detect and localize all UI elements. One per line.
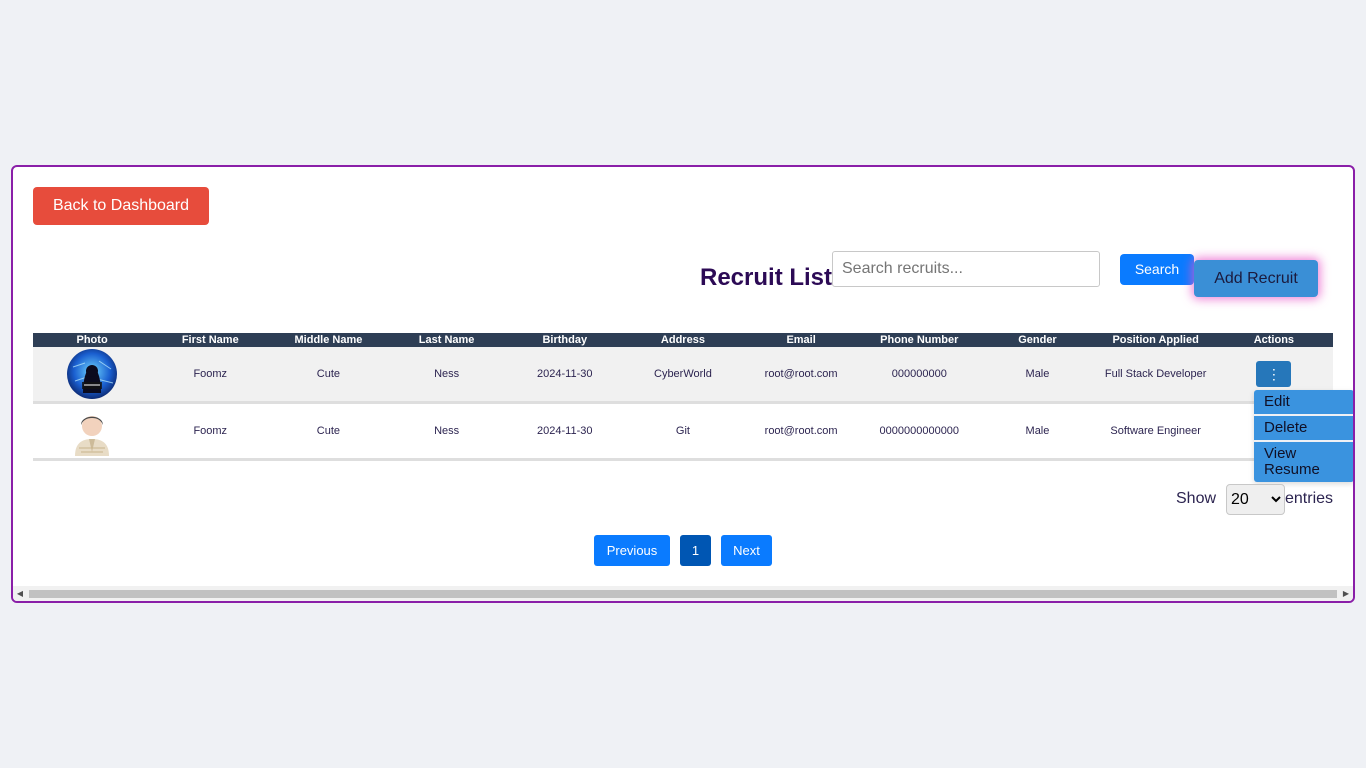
header-position-applied: Position Applied [1096, 333, 1215, 347]
email-cell: root@root.com [742, 402, 861, 461]
scroll-left-icon[interactable]: ◀ [16, 590, 24, 598]
previous-page-button[interactable]: Previous [594, 535, 670, 566]
birthday-cell: 2024-11-30 [505, 347, 624, 404]
table-row: Foomz Cute Ness 2024-11-30 CyberWorld ro… [33, 347, 1333, 404]
page-title: Recruit List [700, 264, 833, 291]
birthday-cell: 2024-11-30 [505, 402, 624, 461]
header-phone-number: Phone Number [860, 333, 979, 347]
hacker-avatar-icon [67, 349, 118, 399]
search-input[interactable] [832, 251, 1100, 287]
first-name-cell: Foomz [151, 347, 270, 404]
last-name-cell: Ness [387, 347, 506, 404]
header-address: Address [623, 333, 743, 347]
scrollbar-thumb[interactable] [29, 590, 1337, 598]
address-cell: CyberWorld [623, 347, 743, 404]
more-actions-button[interactable]: ⋮ [1256, 361, 1292, 387]
header-email: Email [742, 333, 861, 347]
gender-cell: Male [978, 347, 1097, 404]
header-gender: Gender [978, 333, 1097, 347]
next-page-button[interactable]: Next [721, 535, 772, 566]
address-cell: Git [623, 402, 743, 461]
show-label: Show [1176, 490, 1217, 507]
first-name-cell: Foomz [151, 402, 270, 461]
page-1-button[interactable]: 1 [680, 535, 711, 566]
phone-cell: 000000000 [860, 347, 979, 404]
photo-cell [33, 347, 152, 404]
middle-name-cell: Cute [269, 347, 388, 404]
header-birthday: Birthday [505, 333, 624, 347]
view-resume-menu-item[interactable]: View Resume [1254, 442, 1353, 482]
horizontal-scrollbar[interactable]: ◀ ▶ [13, 586, 1353, 601]
header-actions: Actions [1214, 333, 1333, 347]
header-photo: Photo [33, 333, 152, 347]
action-dropdown-menu: Edit Delete View Resume [1254, 390, 1353, 482]
default-male-avatar-icon [67, 406, 117, 456]
recruit-list-panel: Back to Dashboard Recruit List Search Ad… [11, 165, 1355, 603]
position-cell: Software Engineer [1096, 402, 1215, 461]
back-to-dashboard-button[interactable]: Back to Dashboard [33, 187, 209, 225]
last-name-cell: Ness [387, 402, 506, 461]
search-button[interactable]: Search [1120, 254, 1194, 285]
email-cell: root@root.com [742, 347, 861, 404]
gender-cell: Male [978, 402, 1097, 461]
position-cell: Full Stack Developer [1096, 347, 1215, 404]
entries-label: entries [1285, 490, 1334, 507]
table-header-row: Photo First Name Middle Name Last Name B… [33, 333, 1333, 347]
photo-cell [33, 402, 152, 461]
header-first-name: First Name [151, 333, 270, 347]
phone-cell: 0000000000000 [860, 402, 979, 461]
delete-menu-item[interactable]: Delete [1254, 416, 1353, 442]
add-recruit-button[interactable]: Add Recruit [1194, 260, 1318, 297]
header-middle-name: Middle Name [269, 333, 388, 347]
header-last-name: Last Name [387, 333, 506, 347]
scroll-right-icon[interactable]: ▶ [1342, 590, 1350, 598]
entries-per-page-select[interactable]: 20 [1226, 484, 1285, 515]
edit-menu-item[interactable]: Edit [1254, 390, 1353, 416]
recruit-table: Photo First Name Middle Name Last Name B… [33, 333, 1333, 461]
recruit-table-wrapper: Photo First Name Middle Name Last Name B… [33, 333, 1333, 461]
middle-name-cell: Cute [269, 402, 388, 461]
table-row: Foomz Cute Ness 2024-11-30 Git root@root… [33, 402, 1333, 461]
